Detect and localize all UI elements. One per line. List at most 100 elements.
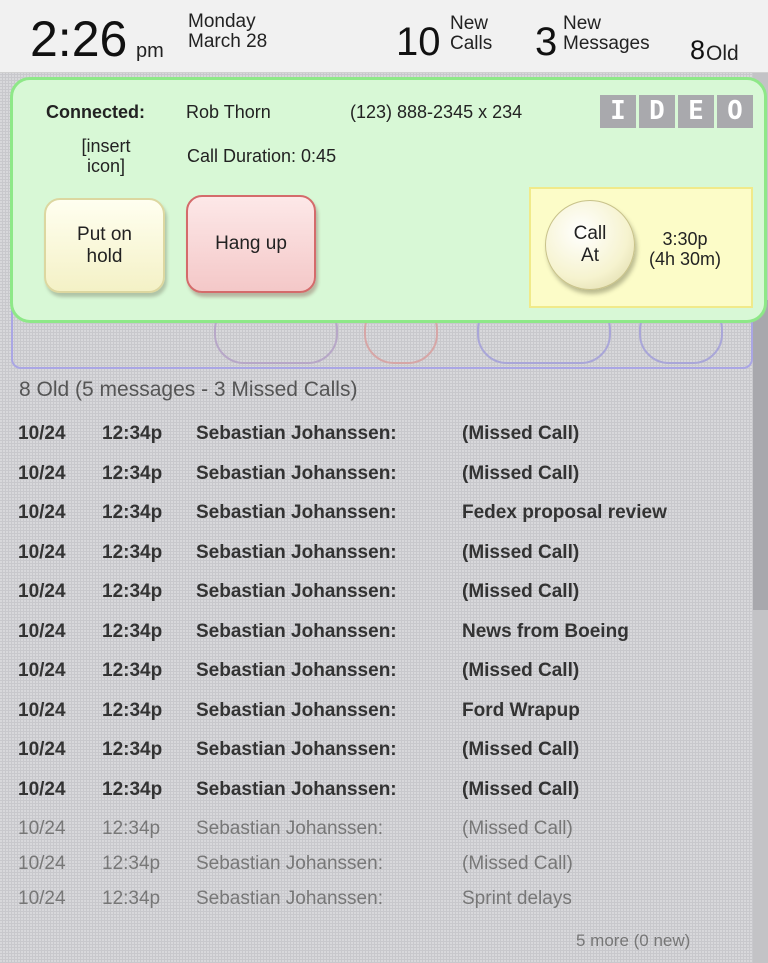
message-time: 12:34p xyxy=(102,778,163,800)
message-subject: (Missed Call) xyxy=(462,541,580,563)
callat-label-line2: At xyxy=(581,245,599,266)
list-item[interactable]: 10/24 12:34p Sebastian Johanssen: (Missed C… xyxy=(18,657,748,697)
message-date: 10/24 xyxy=(18,853,66,874)
message-time: 12:34p xyxy=(102,699,163,721)
new-calls-label-line2: Calls xyxy=(450,33,493,54)
message-subject: (Missed Call) xyxy=(462,581,580,602)
message-subject: (Missed Call) xyxy=(462,818,573,839)
message-subject: (Missed Call) xyxy=(462,423,580,444)
list-item[interactable]: 10/24 12:34p Sebastian Johanssen: (Missed C… xyxy=(18,815,748,850)
message-date: 10/24 xyxy=(18,699,66,721)
callat-time-line1: 3:30p xyxy=(662,229,708,249)
list-item[interactable]: 10/24 12:34p Sebastian Johanssen: (Missed C… xyxy=(18,776,748,816)
list-item[interactable]: 10/24 12:34p Sebastian Johanssen: (Missed C… xyxy=(18,539,748,579)
callat-time-line2: (4h 30m) xyxy=(649,249,722,269)
message-date: 10/24 xyxy=(18,581,66,602)
ideo-logo: I D E O xyxy=(600,95,753,128)
date-label: March 28 xyxy=(188,31,268,52)
new-messages-label[interactable]: New Messages xyxy=(563,14,650,54)
message-date: 10/24 xyxy=(18,739,66,760)
connected-label: Connected: xyxy=(46,102,145,122)
message-sender: Sebastian Johanssen: xyxy=(196,818,383,839)
message-time: 12:34p xyxy=(102,853,161,874)
message-date: 10/24 xyxy=(18,620,66,642)
message-date: 10/24 xyxy=(18,462,66,484)
message-subject: (Missed Call) xyxy=(462,660,580,681)
new-calls-label[interactable]: New Calls xyxy=(450,14,492,54)
list-item[interactable]: 10/24 12:34p Sebastian Johanssen: Fedex pro… xyxy=(18,499,748,539)
message-date: 10/24 xyxy=(18,502,66,523)
message-sender: Sebastian Johanssen: xyxy=(196,660,397,681)
message-sender: Sebastian Johanssen: xyxy=(196,620,397,642)
message-subject: (Missed Call) xyxy=(462,778,580,800)
icon-placeholder-line1: [insert xyxy=(81,136,131,156)
message-subject: Fedex proposal review xyxy=(462,502,667,523)
logo-letter: O xyxy=(717,95,753,128)
message-time: 12:34p xyxy=(102,818,161,839)
put-on-hold-button[interactable]: Put on hold xyxy=(44,198,165,293)
new-messages-count[interactable]: 3 xyxy=(535,22,557,62)
list-item[interactable]: 10/24 12:34p Sebastian Johanssen: (Missed C… xyxy=(18,460,748,500)
list-item[interactable]: 10/24 12:34p Sebastian Johanssen: (Missed C… xyxy=(18,420,748,460)
message-sender: Sebastian Johanssen: xyxy=(196,888,383,909)
list-item[interactable]: 10/24 12:34p Sebastian Johanssen: (Missed C… xyxy=(18,578,748,618)
list-item[interactable]: 10/24 12:34p Sebastian Johanssen: Sprint de… xyxy=(18,885,748,920)
message-sender: Sebastian Johanssen: xyxy=(196,502,397,523)
message-date: 10/24 xyxy=(18,818,66,839)
message-date: 10/24 xyxy=(18,541,66,563)
message-subject: (Missed Call) xyxy=(462,462,580,484)
new-messages-label-line2: Messages xyxy=(563,33,650,54)
old-count[interactable]: 8 xyxy=(690,36,705,64)
list-header: 8 Old (5 messages - 3 Missed Calls) xyxy=(19,378,358,401)
message-sender: Sebastian Johanssen: xyxy=(196,462,397,484)
day-label: Monday xyxy=(188,11,256,32)
message-time: 12:34p xyxy=(102,739,163,760)
message-date: 10/24 xyxy=(18,423,66,444)
more-link[interactable]: 5 more (0 new) xyxy=(576,931,690,951)
clock-time: 2:26 xyxy=(30,11,128,67)
list-item[interactable]: 10/24 12:34p Sebastian Johanssen: News from… xyxy=(18,618,748,658)
message-time: 12:34p xyxy=(102,502,163,523)
list-item[interactable]: 10/24 12:34p Sebastian Johanssen: Ford Wrap… xyxy=(18,697,748,737)
message-time: 12:34p xyxy=(102,660,163,681)
message-sender: Sebastian Johanssen: xyxy=(196,853,383,874)
hold-label-line2: hold xyxy=(86,245,123,267)
message-sender: Sebastian Johanssen: xyxy=(196,739,397,760)
message-subject: Ford Wrapup xyxy=(462,699,580,721)
icon-placeholder-line2: icon] xyxy=(86,156,126,176)
message-time: 12:34p xyxy=(102,888,161,909)
callat-label-line1: Call xyxy=(573,223,607,244)
call-at-button[interactable]: Call At xyxy=(545,200,635,290)
message-time: 12:34p xyxy=(102,541,163,563)
call-at-panel: Call At 3:30p (4h 30m) xyxy=(529,187,753,308)
list-item[interactable]: 10/24 12:34p Sebastian Johanssen: (Missed C… xyxy=(18,736,748,776)
new-calls-label-line1: New xyxy=(450,13,489,34)
status-bar: 2:26 pm Monday March 28 10 New Calls 3 N… xyxy=(0,0,768,73)
message-sender: Sebastian Johanssen: xyxy=(196,699,397,721)
message-time: 12:34p xyxy=(102,462,163,484)
caller-icon-placeholder: [insert icon] xyxy=(69,136,143,176)
hang-up-button[interactable]: Hang up xyxy=(186,195,316,293)
message-sender: Sebastian Johanssen: xyxy=(196,423,397,444)
message-sender: Sebastian Johanssen: xyxy=(196,778,397,800)
list-item[interactable]: 10/24 12:34p Sebastian Johanssen: (Missed C… xyxy=(18,850,748,885)
message-sender: Sebastian Johanssen: xyxy=(196,541,397,563)
logo-letter: I xyxy=(600,95,636,128)
logo-letter: D xyxy=(639,95,675,128)
caller-phone: (123) 888-2345 x 234 xyxy=(350,102,523,122)
message-date: 10/24 xyxy=(18,660,66,681)
message-list: 10/24 12:34p Sebastian Johanssen: (Missed C… xyxy=(18,420,748,920)
message-subject: News from Boeing xyxy=(462,620,629,642)
scrollbar-thumb[interactable] xyxy=(753,300,768,610)
logo-letter: E xyxy=(678,95,714,128)
new-messages-label-line1: New xyxy=(563,13,602,34)
active-call-panel: Connected: Rob Thorn (123) 888-2345 x 23… xyxy=(10,77,767,323)
call-at-time: 3:30p (4h 30m) xyxy=(649,229,721,269)
old-label[interactable]: Old xyxy=(706,42,739,66)
new-calls-count[interactable]: 10 xyxy=(396,22,441,62)
date-display: Monday March 28 xyxy=(188,12,267,52)
message-subject: Sprint delays xyxy=(462,888,572,909)
caller-name: Rob Thorn xyxy=(186,102,271,122)
message-time: 12:34p xyxy=(102,423,163,444)
message-date: 10/24 xyxy=(18,778,66,800)
